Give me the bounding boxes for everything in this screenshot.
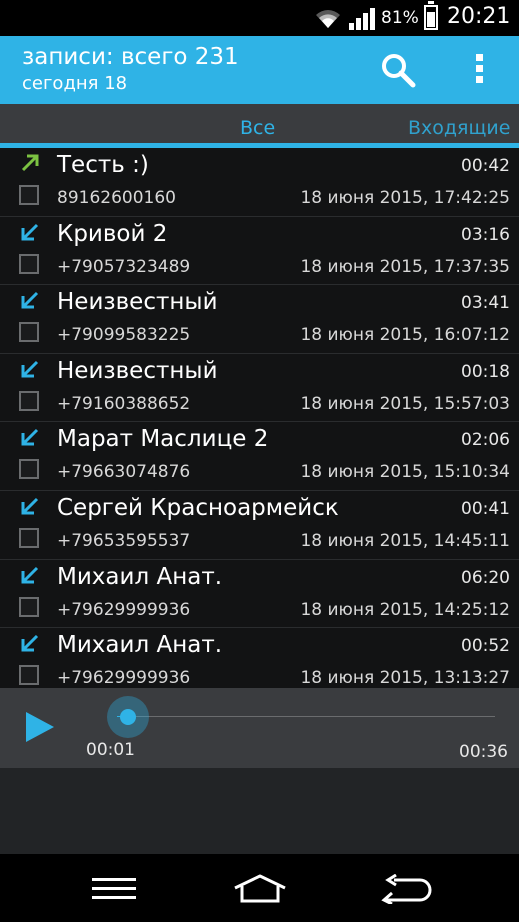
call-date: 18 июня 2015, 14:25:12 bbox=[300, 599, 510, 620]
seek-thumb[interactable] bbox=[107, 696, 150, 738]
incoming-call-icon bbox=[21, 292, 39, 309]
search-icon[interactable] bbox=[378, 50, 418, 90]
call-list[interactable]: Тесть :) 00:42 89162600160 18 июня 2015,… bbox=[0, 148, 519, 688]
outgoing-call-icon bbox=[21, 154, 39, 172]
contact-name: Марат Маслице 2 bbox=[57, 426, 269, 453]
select-checkbox[interactable] bbox=[19, 459, 39, 480]
overflow-menu-icon[interactable] bbox=[470, 54, 488, 88]
phone-number: +79629999936 bbox=[57, 668, 191, 688]
tab-incoming[interactable]: Входящие bbox=[408, 117, 510, 139]
call-date: 18 июня 2015, 15:57:03 bbox=[300, 393, 510, 414]
call-row[interactable]: Неизвестный 03:41 +79099583225 18 июня 2… bbox=[0, 285, 519, 354]
empty-area bbox=[0, 768, 519, 854]
battery-percent: 81% bbox=[381, 8, 419, 28]
back-icon[interactable] bbox=[380, 874, 432, 904]
page-title: записи: всего 231 bbox=[22, 44, 239, 70]
incoming-call-icon bbox=[21, 223, 39, 241]
contact-name: Неизвестный bbox=[57, 357, 218, 384]
incoming-call-icon bbox=[21, 497, 39, 515]
select-checkbox[interactable] bbox=[19, 527, 39, 548]
contact-name: Кривой 2 bbox=[57, 220, 168, 247]
select-checkbox[interactable] bbox=[19, 322, 39, 343]
call-duration: 00:41 bbox=[461, 498, 510, 519]
play-icon[interactable] bbox=[24, 710, 56, 744]
menu-icon[interactable] bbox=[92, 878, 136, 900]
call-row[interactable]: Тесть :) 00:42 89162600160 18 июня 2015,… bbox=[0, 148, 519, 217]
contact-name: Михаил Анат. bbox=[57, 563, 223, 590]
incoming-call-icon bbox=[21, 566, 39, 584]
call-duration: 06:20 bbox=[461, 567, 510, 588]
call-duration: 03:41 bbox=[461, 293, 510, 314]
page-subtitle: сегодня 18 bbox=[22, 73, 128, 94]
phone-number: +79099583225 bbox=[57, 325, 191, 346]
seek-track[interactable] bbox=[117, 716, 495, 717]
select-checkbox[interactable] bbox=[19, 253, 39, 274]
call-row[interactable]: Михаил Анат. 00:52 +79629999936 18 июня … bbox=[0, 628, 519, 688]
call-duration: 02:06 bbox=[461, 430, 510, 451]
call-date: 18 июня 2015, 16:07:12 bbox=[300, 325, 510, 346]
phone-number: 89162600160 bbox=[57, 188, 176, 208]
call-date: 18 июня 2015, 15:10:34 bbox=[300, 462, 510, 483]
clock: 20:21 bbox=[447, 4, 511, 29]
incoming-call-icon bbox=[21, 360, 39, 378]
home-icon[interactable] bbox=[232, 874, 288, 904]
select-checkbox[interactable] bbox=[19, 185, 39, 205]
phone-number: +79629999936 bbox=[57, 599, 191, 620]
contact-name: Неизвестный bbox=[57, 289, 218, 316]
tab-bar: Все Входящие bbox=[0, 104, 519, 148]
tab-all[interactable]: Все bbox=[240, 117, 275, 139]
call-date: 18 июня 2015, 17:42:25 bbox=[300, 188, 510, 208]
phone-number: +79057323489 bbox=[57, 256, 191, 277]
battery-icon bbox=[424, 1, 438, 30]
call-row[interactable]: Кривой 2 03:16 +79057323489 18 июня 2015… bbox=[0, 217, 519, 286]
navigation-bar bbox=[0, 854, 519, 922]
call-row[interactable]: Марат Маслице 2 02:06 +79663074876 18 ию… bbox=[0, 422, 519, 491]
incoming-call-icon bbox=[21, 635, 39, 652]
battery-level bbox=[427, 11, 435, 27]
status-bar: 81% 20:21 bbox=[0, 0, 519, 36]
call-duration: 00:18 bbox=[461, 361, 510, 382]
contact-name: Тесть :) bbox=[57, 152, 149, 178]
phone-number: +79653595537 bbox=[57, 530, 191, 551]
action-bar: записи: всего 231 сегодня 18 bbox=[0, 36, 519, 104]
select-checkbox[interactable] bbox=[19, 390, 39, 411]
phone-number: +79160388652 bbox=[57, 393, 191, 414]
wifi-icon bbox=[316, 10, 340, 28]
call-row[interactable]: Михаил Анат. 06:20 +79629999936 18 июня … bbox=[0, 560, 519, 629]
select-checkbox[interactable] bbox=[19, 596, 39, 617]
audio-player: 00:01 00:36 bbox=[0, 688, 519, 768]
current-time: 00:01 bbox=[86, 740, 135, 760]
call-duration: 00:42 bbox=[461, 156, 510, 176]
call-date: 18 июня 2015, 13:13:27 bbox=[300, 668, 510, 688]
select-checkbox[interactable] bbox=[19, 665, 39, 686]
incoming-call-icon bbox=[21, 429, 39, 446]
call-row[interactable]: Сергей Красноармейск 00:41 +79653595537 … bbox=[0, 491, 519, 560]
contact-name: Михаил Анат. bbox=[57, 632, 223, 659]
total-time: 00:36 bbox=[459, 742, 508, 762]
call-date: 18 июня 2015, 17:37:35 bbox=[300, 256, 510, 277]
call-duration: 03:16 bbox=[461, 224, 510, 245]
call-date: 18 июня 2015, 14:45:11 bbox=[300, 530, 510, 551]
signal-icon bbox=[349, 8, 375, 30]
phone-number: +79663074876 bbox=[57, 462, 191, 483]
call-duration: 00:52 bbox=[461, 636, 510, 657]
call-row[interactable]: Неизвестный 00:18 +79160388652 18 июня 2… bbox=[0, 354, 519, 423]
contact-name: Сергей Красноармейск bbox=[57, 494, 339, 521]
